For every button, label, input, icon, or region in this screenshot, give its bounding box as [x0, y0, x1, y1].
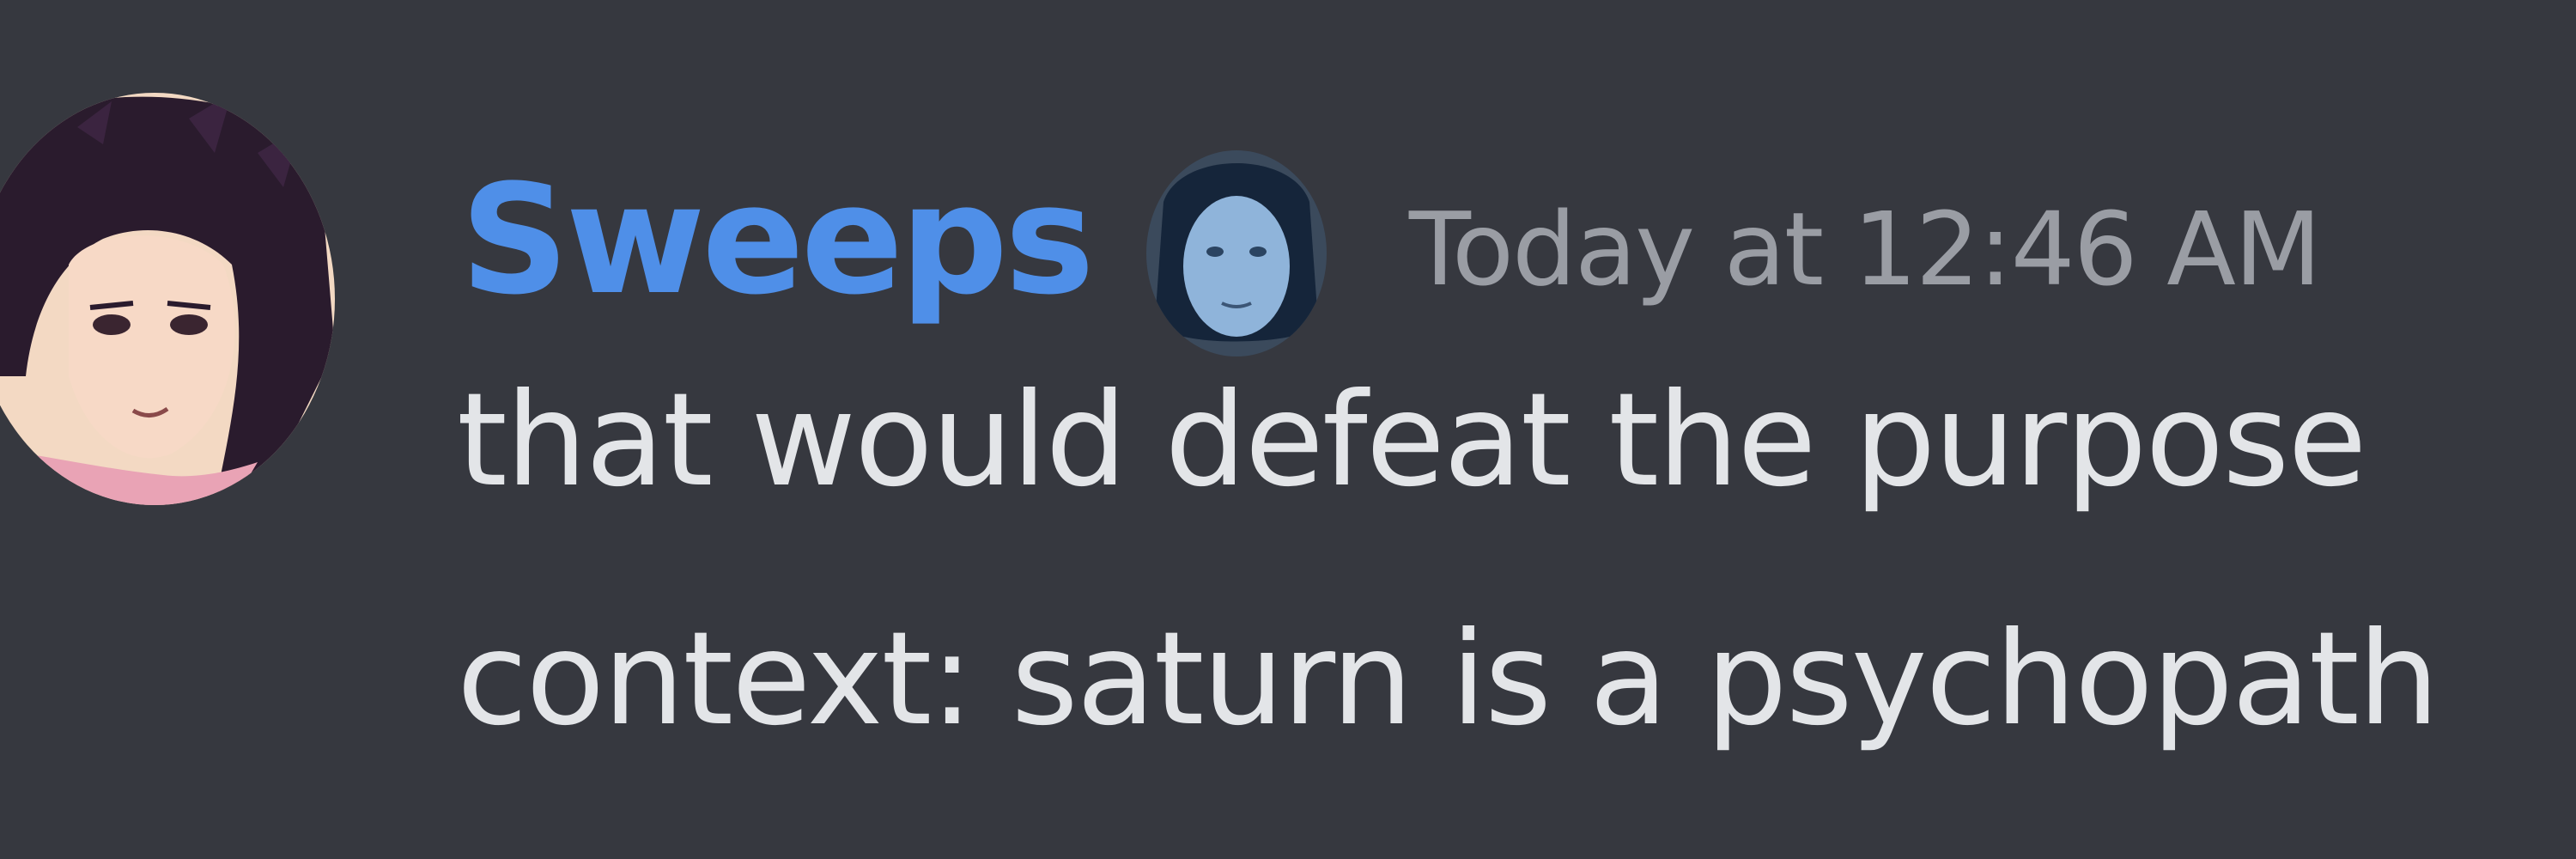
user-avatar[interactable]	[0, 93, 335, 505]
message-line-2: context: saturn is a psychopath	[457, 605, 2439, 754]
role-icon-image	[1145, 150, 1327, 356]
message-line-1: that would defeat the purpose	[457, 366, 2367, 515]
message-header: Sweeps Today at 12:46 AM	[460, 129, 2322, 356]
blue-face-role-icon[interactable]	[1145, 150, 1327, 356]
avatar-image	[0, 93, 335, 505]
chat-message: Sweeps Today at 12:46 AM that would defe…	[0, 0, 2576, 859]
username[interactable]: Sweeps	[460, 165, 1095, 316]
message-timestamp: Today at 12:46 AM	[1408, 190, 2322, 308]
